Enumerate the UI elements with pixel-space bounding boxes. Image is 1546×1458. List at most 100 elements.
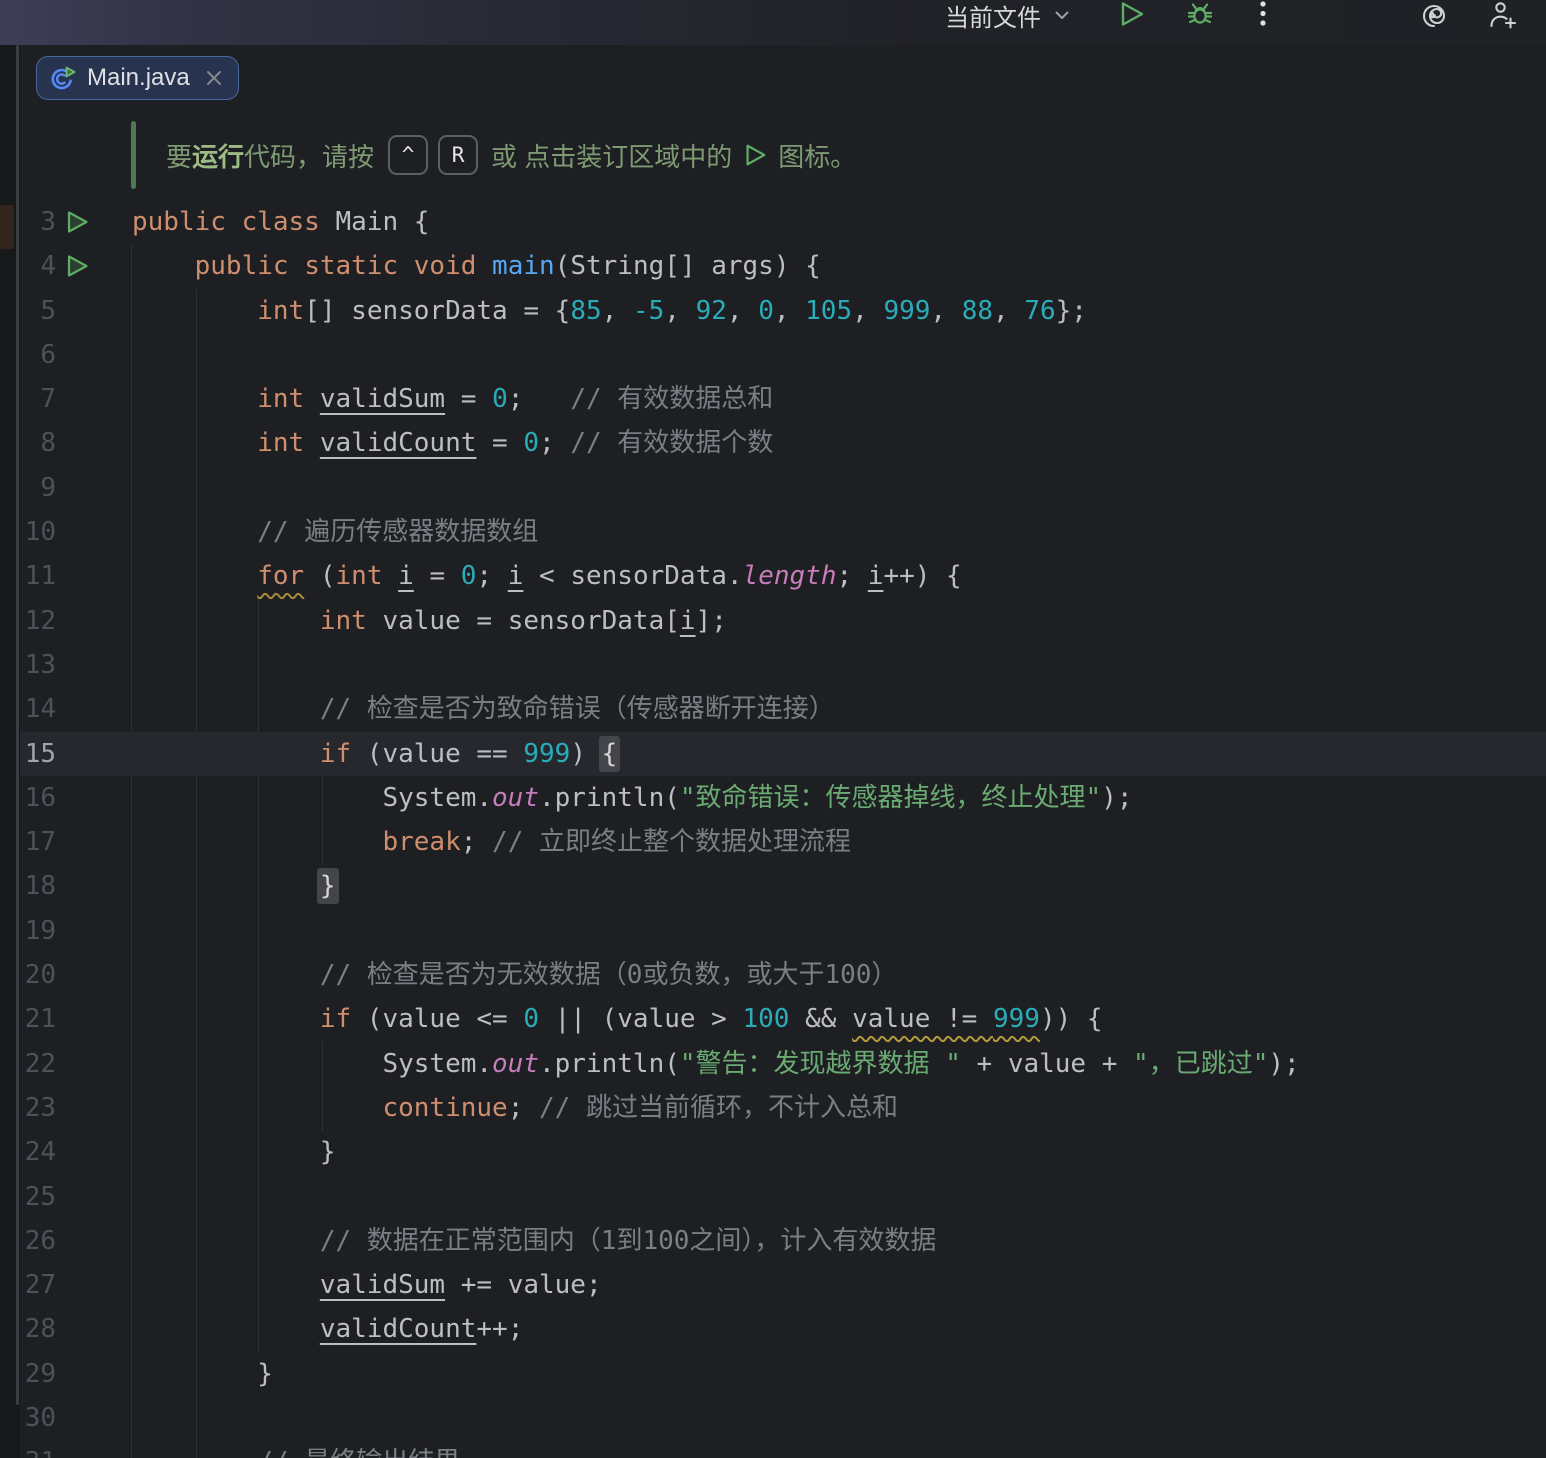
run-hint-bar bbox=[131, 121, 136, 189]
code-line[interactable]: 13 bbox=[20, 643, 1546, 687]
code-line[interactable]: 29 } bbox=[20, 1352, 1546, 1396]
line-number[interactable]: 23 bbox=[20, 1086, 56, 1130]
code-text: int validCount = 0; // 有效数据个数 bbox=[132, 421, 773, 465]
code-text: break; // 立即终止整个数据处理流程 bbox=[132, 820, 851, 864]
code-line[interactable]: 16 System.out.println("致命错误：传感器掉线，终止处理")… bbox=[20, 776, 1546, 820]
code-line[interactable]: 5 int[] sensorData = {85, -5, 92, 0, 105… bbox=[20, 289, 1546, 333]
code-line[interactable]: 15 if (value == 999) { bbox=[20, 732, 1546, 776]
code-line[interactable]: 23 continue; // 跳过当前循环，不计入总和 bbox=[20, 1086, 1546, 1130]
code-line[interactable]: 27 validSum += value; bbox=[20, 1263, 1546, 1307]
line-number[interactable]: 8 bbox=[20, 421, 56, 465]
code-text: // 检查是否为致命错误（传感器断开连接） bbox=[132, 687, 835, 731]
code-line[interactable]: 12 int value = sensorData[i]; bbox=[20, 599, 1546, 643]
line-number[interactable]: 11 bbox=[20, 554, 56, 598]
code-line[interactable]: 3public class Main { bbox=[20, 200, 1546, 244]
editor-panel: Main.java 要运行代码，请按 ^ R 或 点击装订区域中的 图标。 bbox=[20, 45, 1546, 1458]
run-configuration-dropdown[interactable]: 当前文件 bbox=[945, 0, 1071, 30]
code-line[interactable]: 21 if (value <= 0 || (value > 100 && val… bbox=[20, 997, 1546, 1041]
code-text: System.out.println("致命错误：传感器掉线，终止处理"); bbox=[132, 776, 1133, 820]
line-number[interactable]: 12 bbox=[20, 599, 56, 643]
code-text: // 遍历传感器数据数组 bbox=[132, 510, 538, 554]
code-line[interactable]: 28 validCount++; bbox=[20, 1307, 1546, 1351]
java-runnable-class-icon bbox=[49, 64, 77, 92]
line-number[interactable]: 5 bbox=[20, 289, 56, 333]
code-line[interactable]: 22 System.out.println("警告：发现越界数据 " + val… bbox=[20, 1042, 1546, 1086]
code-lines: 3public class Main {4 public static void… bbox=[20, 200, 1546, 1458]
tab-main-java[interactable]: Main.java bbox=[36, 56, 239, 100]
code-text: continue; // 跳过当前循环，不计入总和 bbox=[132, 1086, 898, 1130]
code-line[interactable]: 14 // 检查是否为致命错误（传感器断开连接） bbox=[20, 687, 1546, 731]
line-number[interactable]: 6 bbox=[20, 333, 56, 377]
line-number[interactable]: 3 bbox=[20, 200, 56, 244]
code-text: int validSum = 0; // 有效数据总和 bbox=[132, 377, 773, 421]
line-number[interactable]: 9 bbox=[20, 466, 56, 510]
line-number[interactable]: 24 bbox=[20, 1130, 56, 1174]
line-number[interactable]: 28 bbox=[20, 1307, 56, 1351]
banner-prefix: 要 bbox=[166, 137, 192, 174]
ai-assistant-icon[interactable] bbox=[1418, 0, 1450, 37]
line-number[interactable]: 27 bbox=[20, 1263, 56, 1307]
debug-button[interactable] bbox=[1186, 0, 1214, 33]
run-gutter-icon[interactable] bbox=[64, 209, 90, 235]
code-text: System.out.println("警告：发现越界数据 " + value … bbox=[132, 1042, 1300, 1086]
code-line[interactable]: 6 bbox=[20, 333, 1546, 377]
line-number[interactable]: 13 bbox=[20, 643, 56, 687]
line-number[interactable]: 19 bbox=[20, 909, 56, 953]
code-line[interactable]: 24 } bbox=[20, 1130, 1546, 1174]
line-number[interactable]: 22 bbox=[20, 1042, 56, 1086]
code-line[interactable]: 11 for (int i = 0; i < sensorData.length… bbox=[20, 554, 1546, 598]
code-line[interactable]: 18 } bbox=[20, 864, 1546, 908]
code-editor[interactable]: 要运行代码，请按 ^ R 或 点击装订区域中的 图标。 3public clas… bbox=[20, 110, 1546, 1458]
code-text: public static void main(String[] args) { bbox=[132, 244, 821, 288]
line-number[interactable]: 21 bbox=[20, 997, 56, 1041]
line-number[interactable]: 7 bbox=[20, 377, 56, 421]
code-text: if (value <= 0 || (value > 100 && value … bbox=[132, 997, 1103, 1041]
line-number[interactable]: 16 bbox=[20, 776, 56, 820]
line-number[interactable]: 31 bbox=[20, 1440, 56, 1458]
code-line[interactable]: 31 // 最终输出结果 bbox=[20, 1440, 1546, 1458]
tool-window-divider[interactable] bbox=[16, 45, 19, 1405]
left-strip-marker bbox=[0, 205, 14, 249]
banner-suffix: 图标。 bbox=[778, 137, 856, 174]
tab-title: Main.java bbox=[87, 64, 190, 92]
code-line[interactable]: 4 public static void main(String[] args)… bbox=[20, 244, 1546, 288]
line-number[interactable]: 14 bbox=[20, 687, 56, 731]
editor-tab-bar: Main.java bbox=[20, 45, 1546, 110]
code-line[interactable]: 20 // 检查是否为无效数据（0或负数，或大于100） bbox=[20, 953, 1546, 997]
line-number[interactable]: 20 bbox=[20, 953, 56, 997]
line-number[interactable]: 30 bbox=[20, 1396, 56, 1440]
line-number[interactable]: 10 bbox=[20, 510, 56, 554]
line-number[interactable]: 26 bbox=[20, 1219, 56, 1263]
banner-emphasis: 运行 bbox=[192, 137, 244, 174]
code-line[interactable]: 8 int validCount = 0; // 有效数据个数 bbox=[20, 421, 1546, 465]
code-line[interactable]: 7 int validSum = 0; // 有效数据总和 bbox=[20, 377, 1546, 421]
code-text: // 最终输出结果 bbox=[132, 1440, 460, 1458]
line-number[interactable]: 18 bbox=[20, 864, 56, 908]
keycap-ctrl: ^ bbox=[388, 135, 428, 175]
run-gutter-icon[interactable] bbox=[64, 253, 90, 279]
code-line[interactable]: 17 break; // 立即终止整个数据处理流程 bbox=[20, 820, 1546, 864]
code-with-me-icon[interactable] bbox=[1487, 0, 1519, 37]
keycap-r: R bbox=[438, 135, 478, 175]
code-text: int value = sensorData[i]; bbox=[132, 599, 727, 643]
line-number[interactable]: 4 bbox=[20, 244, 56, 288]
line-number[interactable]: 29 bbox=[20, 1352, 56, 1396]
main-toolbar: 当前文件 bbox=[0, 0, 1546, 45]
code-text: // 数据在正常范围内（1到100之间），计入有效数据 bbox=[132, 1219, 936, 1263]
code-line[interactable]: 25 bbox=[20, 1175, 1546, 1219]
banner-after-keys: 或 点击装订区域中的 bbox=[491, 137, 732, 174]
code-text: } bbox=[132, 1130, 336, 1174]
run-button[interactable] bbox=[1118, 0, 1146, 33]
line-number[interactable]: 25 bbox=[20, 1175, 56, 1219]
code-line[interactable]: 10 // 遍历传感器数据数组 bbox=[20, 510, 1546, 554]
code-line[interactable]: 30 bbox=[20, 1396, 1546, 1440]
tab-close-icon[interactable] bbox=[204, 68, 224, 88]
code-text: // 检查是否为无效数据（0或负数，或大于100） bbox=[132, 953, 897, 997]
line-number[interactable]: 15 bbox=[20, 732, 56, 776]
code-line[interactable]: 9 bbox=[20, 466, 1546, 510]
code-line[interactable]: 26 // 数据在正常范围内（1到100之间），计入有效数据 bbox=[20, 1219, 1546, 1263]
code-text: } bbox=[132, 1352, 273, 1396]
more-actions-icon[interactable] bbox=[1256, 0, 1270, 33]
code-line[interactable]: 19 bbox=[20, 909, 1546, 953]
line-number[interactable]: 17 bbox=[20, 820, 56, 864]
